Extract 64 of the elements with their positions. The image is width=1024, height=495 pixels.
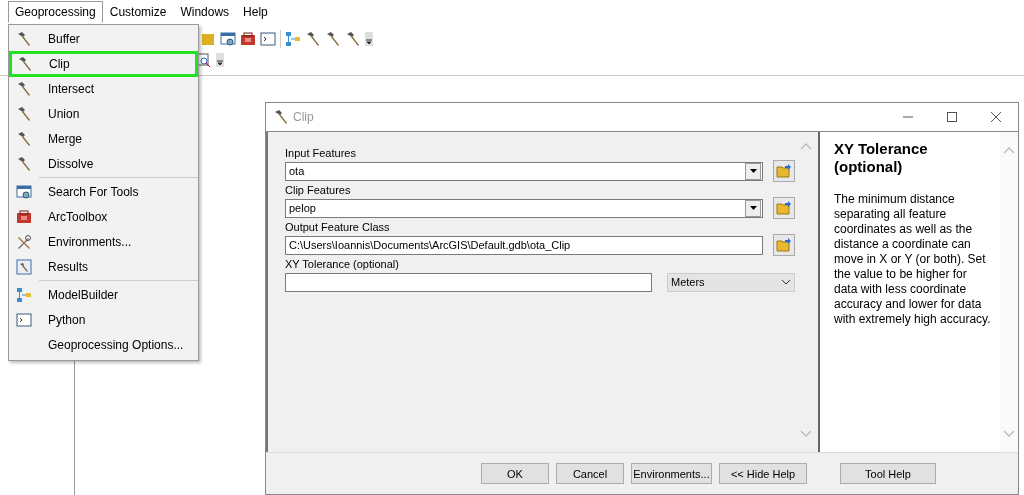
combo-field[interactable]: ota [285,161,763,181]
model-icon [285,31,301,47]
hammer-icon [16,81,32,97]
python-window-icon [260,31,276,47]
menu-item[interactable]: Clip [9,51,198,77]
search-window-icon [220,31,236,47]
menu-bar-item[interactable]: Windows [173,1,237,23]
tool-icon [273,109,289,125]
menu-item[interactable]: ArcToolbox [9,205,197,229]
window-title: Clip [293,110,315,124]
browse-button[interactable] [773,160,795,182]
dropdown-arrow-icon[interactable] [749,169,757,173]
menu-bar-item[interactable]: Geoprocessing [8,1,103,23]
menu-item[interactable]: Python [9,308,197,332]
toolbar-options-icon[interactable] [365,32,373,46]
parameter-label: XY Tolerance (optional) [285,258,400,272]
menu-bar-item[interactable]: Help [236,1,275,23]
menu-item[interactable]: Buffer [9,27,197,51]
dropdown-arrow-icon[interactable] [749,206,757,210]
python-window-icon [16,312,32,328]
menu-item[interactable]: Merge [9,127,197,151]
model-icon [16,287,32,303]
units-dropdown[interactable]: Meters [667,272,795,292]
results-icon [16,259,32,275]
hammer-icon [325,31,341,47]
dialog-button[interactable]: << Hide Help [719,463,807,484]
dialog-button[interactable]: Tool Help [840,463,936,484]
menu-item[interactable]: Dissolve [9,152,197,176]
browse-button[interactable] [773,234,795,256]
menu-item[interactable]: Intersect [9,77,197,101]
dialog-button[interactable]: OK [481,463,549,484]
toolbar-icon[interactable] [200,31,216,47]
tools-icon [16,234,32,250]
parameter-label: Input Features [285,147,357,161]
browse-button[interactable] [773,197,795,219]
toolbar-options-icon[interactable] [216,53,224,67]
menu-bar-item[interactable]: Customize [102,1,174,23]
zoom-icon[interactable] [196,52,212,68]
help-text: The minimum distance separating all feature coordinates as well as the distance a coordinate can move in X or Y (or both). Set the value to be higher for data with less coordinate accuracy and lower for data with extremely high accuracy. [834,192,992,327]
toolbox-icon [240,31,256,47]
parameter-label: Clip Features [285,184,352,198]
menu-item[interactable]: Environments... [9,230,197,254]
search-window-icon [16,184,32,200]
dialog-button[interactable]: Cancel [556,463,624,484]
dialog-button[interactable]: Environments... [631,463,712,484]
hammer-icon [17,56,33,72]
input-field[interactable] [285,272,652,292]
menu-item[interactable]: Search For Tools [9,180,197,204]
hammer-icon [16,106,32,122]
menu-item[interactable]: Geoprocessing Options... [9,333,197,357]
menu-item[interactable]: Results [9,255,197,279]
hammer-icon [345,31,361,47]
menu-item[interactable]: Union [9,102,197,126]
hammer-icon [16,31,32,47]
chevron-down-icon [781,279,791,285]
parameter-label: Output Feature Class [285,221,391,235]
text-field[interactable]: C:\Users\Ioannis\Documents\ArcGIS\Default.gdb\ota_Clip [285,235,763,255]
toolbox-icon [16,209,32,225]
hammer-icon [305,31,321,47]
hammer-icon [16,131,32,147]
menu-item[interactable]: ModelBuilder [9,283,197,307]
combo-field[interactable]: pelop [285,198,763,218]
hammer-icon [16,156,32,172]
help-title: XY Tolerance (optional) [834,140,929,176]
